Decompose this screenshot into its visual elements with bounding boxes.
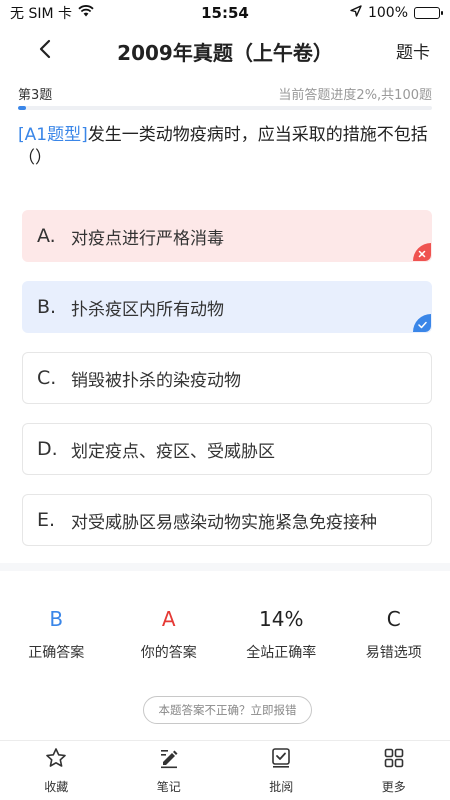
option-text: 划定疫点、疫区、受威胁区 <box>71 441 275 462</box>
answer-stats: B 正确答案 A 你的答案 14% 全站正确率 C 易错选项 <box>0 606 450 662</box>
tab-review[interactable]: 批阅 <box>225 741 338 800</box>
status-right: 100% <box>350 5 443 21</box>
tab-label: 更多 <box>381 779 406 794</box>
status-left: 无 SIM 卡 <box>10 3 94 23</box>
option-text: 扑杀疫区内所有动物 <box>71 299 224 320</box>
stat-label: 正确答案 <box>28 645 85 661</box>
wifi-icon <box>78 5 94 21</box>
tab-notes[interactable]: 笔记 <box>113 741 226 800</box>
battery-percent: 100% <box>367 5 408 21</box>
stat-value: C <box>386 607 401 631</box>
stat-value: B <box>49 607 64 631</box>
tab-favorite[interactable]: 收藏 <box>0 741 113 800</box>
option-letter: B. <box>37 296 57 318</box>
grid-icon <box>383 747 405 773</box>
wrong-badge <box>413 243 431 261</box>
report-error-button[interactable]: 本题答案不正确？立即报错 <box>143 696 312 724</box>
stat-site-accuracy: 14% 全站正确率 <box>225 606 338 662</box>
bottom-toolbar: 收藏 笔记 批阅 更多 <box>0 740 450 800</box>
page-title: 2009年真题（上午卷） <box>117 40 333 65</box>
stat-label: 全站正确率 <box>246 645 317 661</box>
note-edit-icon <box>158 747 180 773</box>
option-letter: D. <box>37 438 58 460</box>
option-c[interactable]: C. 销毁被扑杀的染疫动物 <box>22 352 432 404</box>
option-text: 销毁被扑杀的染疫动物 <box>71 370 241 391</box>
option-b[interactable]: B. 扑杀疫区内所有动物 <box>22 281 432 333</box>
tab-label: 笔记 <box>156 779 181 794</box>
nav-bar: 2009年真题（上午卷） 题卡 <box>0 26 450 76</box>
option-letter: C. <box>37 367 57 389</box>
question-index: 第3题 <box>18 88 53 103</box>
battery-icon <box>414 7 443 19</box>
stat-correct-answer: B 正确答案 <box>0 606 113 662</box>
status-bar: 无 SIM 卡 15:54 100% <box>0 0 450 26</box>
section-divider <box>0 563 450 571</box>
progress-text: 当前答题进度2%,共100题 <box>278 88 432 103</box>
tab-label: 收藏 <box>44 779 69 794</box>
stat-label: 易错选项 <box>365 645 422 661</box>
option-text: 对受威胁区易感染动物实施紧急免疫接种 <box>71 512 377 533</box>
stat-value: 14% <box>259 607 304 631</box>
option-text: 对疫点进行严格消毒 <box>71 228 224 249</box>
location-arrow-icon <box>350 5 362 21</box>
stat-your-answer: A 你的答案 <box>113 606 226 662</box>
stat-label: 你的答案 <box>140 645 197 661</box>
correct-badge <box>413 314 431 332</box>
option-d[interactable]: D. 划定疫点、疫区、受威胁区 <box>22 423 432 475</box>
option-e[interactable]: E. 对受威胁区易感染动物实施紧急免疫接种 <box>22 494 432 546</box>
checkmark-icon <box>417 314 427 333</box>
check-box-icon <box>270 747 292 773</box>
star-icon <box>45 747 67 773</box>
stat-error-prone: C 易错选项 <box>338 606 450 662</box>
stat-value: A <box>161 607 176 631</box>
progress-row: 第3题 当前答题进度2%,共100题 <box>18 84 432 103</box>
option-letter: E. <box>37 509 56 531</box>
answer-card-button[interactable]: 题卡 <box>396 38 430 63</box>
carrier-text: 无 SIM 卡 <box>10 6 72 22</box>
question-type-tag: [A1题型] <box>18 125 88 145</box>
progress-fill <box>18 106 27 110</box>
tab-label: 批阅 <box>269 779 294 794</box>
back-button[interactable] <box>30 36 60 66</box>
option-a[interactable]: A. 对疫点进行严格消毒 <box>22 210 432 262</box>
close-icon <box>418 243 426 262</box>
chevron-left-icon <box>38 39 52 63</box>
question-text: [A1题型]发生一类动物疫病时，应当采取的措施不包括（） <box>18 124 432 170</box>
option-letter: A. <box>37 225 56 247</box>
progress-bar <box>18 106 432 110</box>
tab-more[interactable]: 更多 <box>338 741 450 800</box>
